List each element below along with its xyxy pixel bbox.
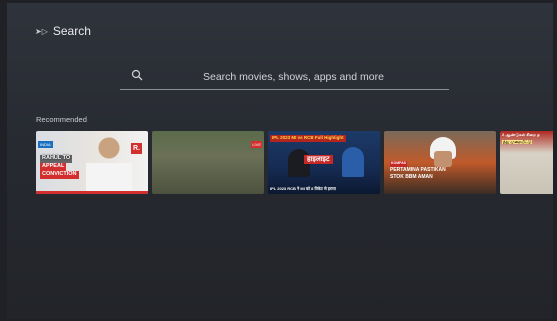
card-header: IPL 2023 MI vs RCB Full Highlight — [270, 135, 346, 142]
player-figure — [342, 147, 364, 177]
live-badge: LIVE — [251, 141, 262, 148]
recommended-heading: Recommended — [36, 115, 87, 124]
search-icon — [131, 69, 143, 81]
card-caption: IPL 2023 RCB ने MI को 8 विकेट से हराया — [270, 186, 336, 191]
recommended-card[interactable]: INDIA RAHUL TO APPEAL CONVICTION R. — [36, 131, 148, 194]
thumbnail-person — [86, 135, 132, 194]
headline-line-1: PERTAMINA PASTIKAN — [390, 167, 446, 173]
headline-line-1: 2 ஆண்டுகள் சிறை த — [502, 132, 540, 137]
search-screen: ➤▷ Search Search movies, shows, apps and… — [7, 3, 553, 319]
headline-line-3: CONVICTION — [40, 171, 79, 179]
input-source-icon: ➤▷ — [35, 26, 48, 36]
progress-bar — [36, 191, 148, 194]
recommended-card[interactable]: LIVE — [152, 131, 264, 194]
search-bar[interactable]: Search movies, shows, apps and more — [120, 63, 449, 90]
card-title: हाइलाइट — [304, 155, 333, 164]
page-title: Search — [52, 24, 91, 38]
headline-line-2: ந்து முறையீட்டு — [502, 139, 533, 144]
thumbnail-face — [434, 151, 452, 167]
recommended-card[interactable]: IPL 2023 MI vs RCB Full Highlight हाइलाइ… — [268, 131, 380, 194]
headline-line-1: RAHUL TO — [40, 155, 73, 163]
channel-badge: R. — [131, 143, 142, 154]
recommended-card[interactable]: KOMPAS PERTAMINA PASTIKAN STOK BBM AMAN — [384, 131, 496, 194]
search-input[interactable]: Search movies, shows, apps and more — [203, 71, 384, 83]
recommended-card[interactable]: 2 ஆண்டுகள் சிறை த ந்து முறையீட்டு — [500, 131, 553, 194]
headline-line-2: STOK BBM AMAN — [390, 174, 433, 180]
channel-logo: INDIA — [38, 141, 53, 148]
channel-tag: KOMPAS — [390, 161, 408, 167]
headline-line-2: APPEAL — [40, 163, 67, 171]
recommended-row: INDIA RAHUL TO APPEAL CONVICTION R. LIVE… — [36, 131, 553, 195]
header: ➤▷ Search — [35, 24, 91, 38]
